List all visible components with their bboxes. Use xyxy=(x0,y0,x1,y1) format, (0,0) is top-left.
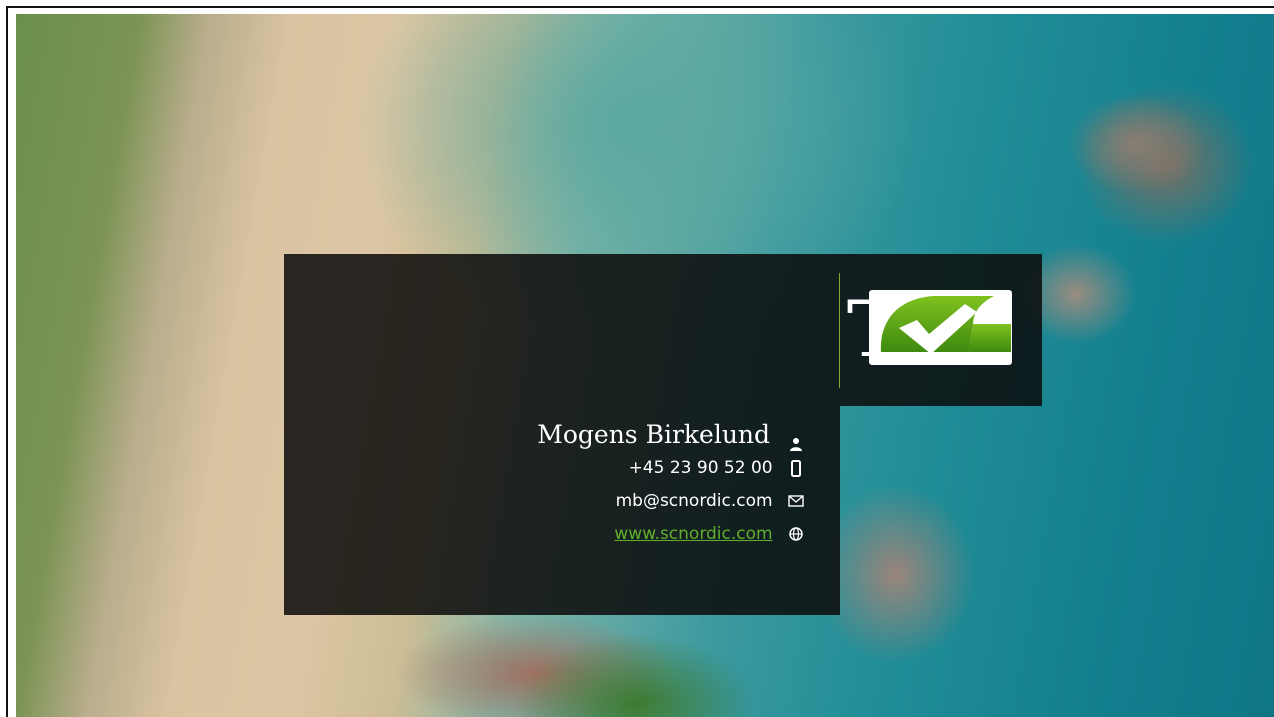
contact-phone: +45 23 90 52 00 xyxy=(629,458,804,478)
title-panel: Tak! xyxy=(284,254,1042,406)
contact-phone-text: +45 23 90 52 00 xyxy=(628,458,773,478)
website-link[interactable]: www.scnordic.com xyxy=(614,524,772,544)
contact-name: Mogens Birkelund xyxy=(537,420,804,451)
mobile-phone-icon xyxy=(788,460,804,477)
contact-website: www.scnordic.com xyxy=(614,524,804,544)
contact-name-text: Mogens Birkelund xyxy=(537,420,771,449)
slide-background-aerial-beach: Tak! Mogens Birkelund xyxy=(16,14,1274,717)
title-divider xyxy=(839,273,840,388)
globe-icon xyxy=(788,526,804,542)
contact-email-text[interactable]: mb@scnordic.com xyxy=(616,491,773,511)
contact-email: mb@scnordic.com xyxy=(616,491,804,511)
contact-panel: Mogens Birkelund +45 23 90 52 00 mb@scno… xyxy=(284,406,840,615)
envelope-icon xyxy=(788,493,804,509)
person-icon xyxy=(788,429,804,451)
checkmark-logo-icon xyxy=(869,290,1012,365)
